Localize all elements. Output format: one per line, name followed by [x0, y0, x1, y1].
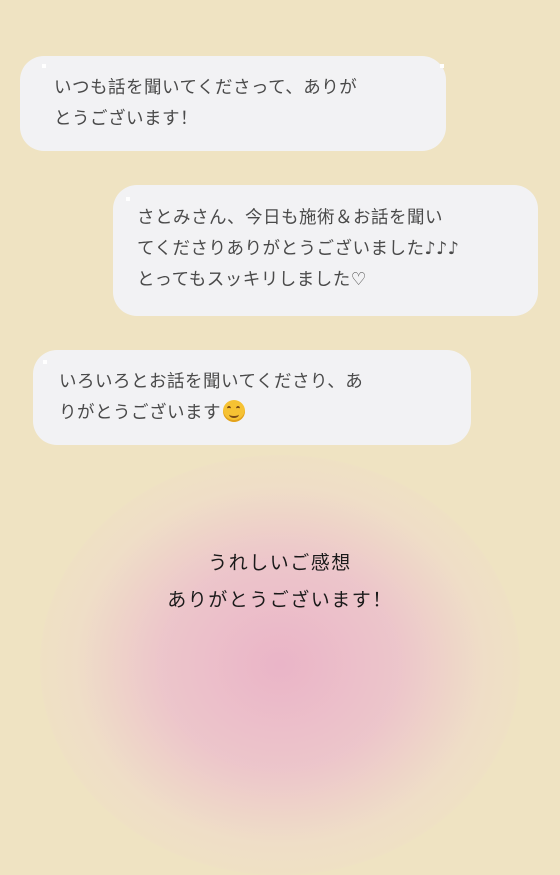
bubble-corner-mark: [440, 64, 444, 68]
message-bubble-2: さとみさん、今日も施術＆お話を聞い てくださりありがとうございました♪♪♪ とっ…: [113, 185, 538, 316]
message-text: とうございます！: [54, 109, 198, 129]
caption-line-1: うれしいご感想: [208, 552, 352, 574]
message-text: りがとうございます: [59, 403, 221, 423]
message-text: さとみさん、今日も施術＆お話を聞い: [137, 208, 443, 228]
message-text: いつも話を聞いてくださって、ありが: [54, 78, 358, 98]
message-text: てくださりありがとうございました♪♪♪: [137, 239, 460, 259]
bubble-corner-mark: [42, 64, 46, 68]
message-text-with-emoji: りがとうございます: [59, 398, 455, 429]
message-bubble-1: いつも話を聞いてくださって、ありが とうございます！: [20, 56, 446, 151]
caption-line-2: ありがとうございます！: [167, 589, 393, 611]
message-bubble-3: いろいろとお話を聞いてくださり、あ りがとうございます: [33, 350, 471, 445]
message-text: いろいろとお話を聞いてくださり、あ: [59, 372, 364, 392]
bubble-corner-mark: [126, 197, 130, 201]
smiling-face-emoji-icon: [223, 400, 245, 422]
pink-glow-decoration: [40, 455, 520, 875]
bubble-corner-mark: [43, 360, 47, 364]
message-text: とってもスッキリしました♡: [137, 270, 367, 290]
